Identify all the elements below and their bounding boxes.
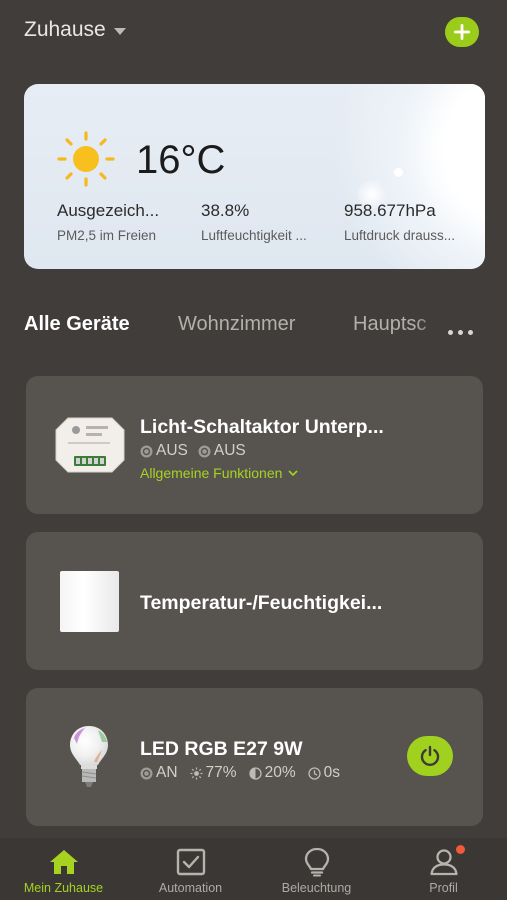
device-name: Temperatur-/Feuchtigkei... (140, 592, 383, 614)
device-card-led-bulb[interactable]: LED RGB E27 9W AN 77% 20% 0s (26, 688, 483, 826)
power-status-icon (198, 445, 211, 457)
humidity-value: 38.8% (201, 201, 250, 220)
device-name: Licht-Schaltaktor Unterp... (140, 416, 384, 438)
home-icon (49, 850, 78, 874)
nav-mein-zuhause[interactable]: Mein Zuhause (0, 838, 127, 900)
more-tabs-icon[interactable] (448, 330, 473, 335)
switch-2-status: AUS (198, 442, 246, 460)
power-status-icon (140, 445, 153, 457)
contrast-state: 20% (248, 764, 296, 782)
device-status: AUS AUS (140, 442, 246, 460)
add-device-button[interactable] (445, 17, 479, 47)
nav-profil[interactable]: Profil (380, 838, 507, 900)
general-functions-link[interactable]: Allgemeine Funktionen (140, 465, 298, 481)
weather-stat-humidity: 38.8% Luftfeuchtigkeit ... (201, 201, 307, 243)
nav-beleuchtung[interactable]: Beleuchtung (253, 838, 380, 900)
switch-1-status: AUS (140, 442, 188, 460)
home-selector[interactable]: Zuhause (24, 18, 126, 42)
sensor-image (60, 571, 119, 632)
top-bar: Zuhause (0, 0, 507, 70)
nav-automation[interactable]: Automation (127, 838, 254, 900)
device-card-temperature[interactable]: Temperatur-/Feuchtigkei... (26, 532, 483, 670)
pressure-label: Luftdruck drauss... (344, 228, 456, 243)
timer-state: 0s (307, 764, 340, 782)
contrast-icon (248, 766, 262, 780)
clock-icon (307, 766, 321, 780)
bulb-icon (304, 847, 329, 877)
chevron-down-icon (288, 469, 298, 476)
device-name: LED RGB E27 9W (140, 738, 303, 760)
device-status: AN 77% 20% 0s (140, 764, 340, 782)
tab-wohnzimmer[interactable]: Wohnzimmer (178, 313, 295, 336)
pm25-value: Ausgezeich... (57, 201, 160, 220)
humidity-label: Luftfeuchtigkeit ... (201, 228, 307, 243)
weather-stat-pm25: Ausgezeich... PM2,5 im Freien (57, 201, 159, 243)
switch-module-icon (55, 417, 125, 473)
bulb-image (70, 726, 108, 787)
pressure-value: 958.677hPa (344, 201, 436, 220)
brightness-icon (190, 767, 203, 779)
power-icon (420, 745, 440, 767)
checkbox-icon (176, 848, 205, 876)
tab-alle-geraete[interactable]: Alle Geräte (24, 313, 130, 336)
power-status-icon (140, 767, 153, 779)
pm25-label: PM2,5 im Freien (57, 228, 157, 243)
power-state: AN (140, 764, 178, 782)
brightness-state: 77% (190, 764, 237, 782)
caret-down-icon (113, 27, 126, 35)
notification-badge (455, 845, 465, 854)
power-toggle-button[interactable] (407, 736, 453, 776)
plus-icon (454, 24, 470, 40)
weather-orb-small (394, 168, 403, 177)
tab-fade (415, 313, 445, 345)
temperature-value: 16°C (136, 138, 226, 182)
sun-icon (57, 131, 115, 187)
weather-stat-pressure: 958.677hPa Luftdruck drauss... (344, 201, 455, 243)
bottom-navigation: Mein Zuhause Automation Beleuchtung Prof… (0, 838, 507, 900)
profile-icon (429, 849, 458, 876)
home-title: Zuhause (24, 18, 106, 41)
device-card-switch[interactable]: Licht-Schaltaktor Unterp... AUS AUS Allg… (26, 376, 483, 514)
room-tabs: Alle Geräte Wohnzimmer Hauptsc (0, 313, 507, 349)
